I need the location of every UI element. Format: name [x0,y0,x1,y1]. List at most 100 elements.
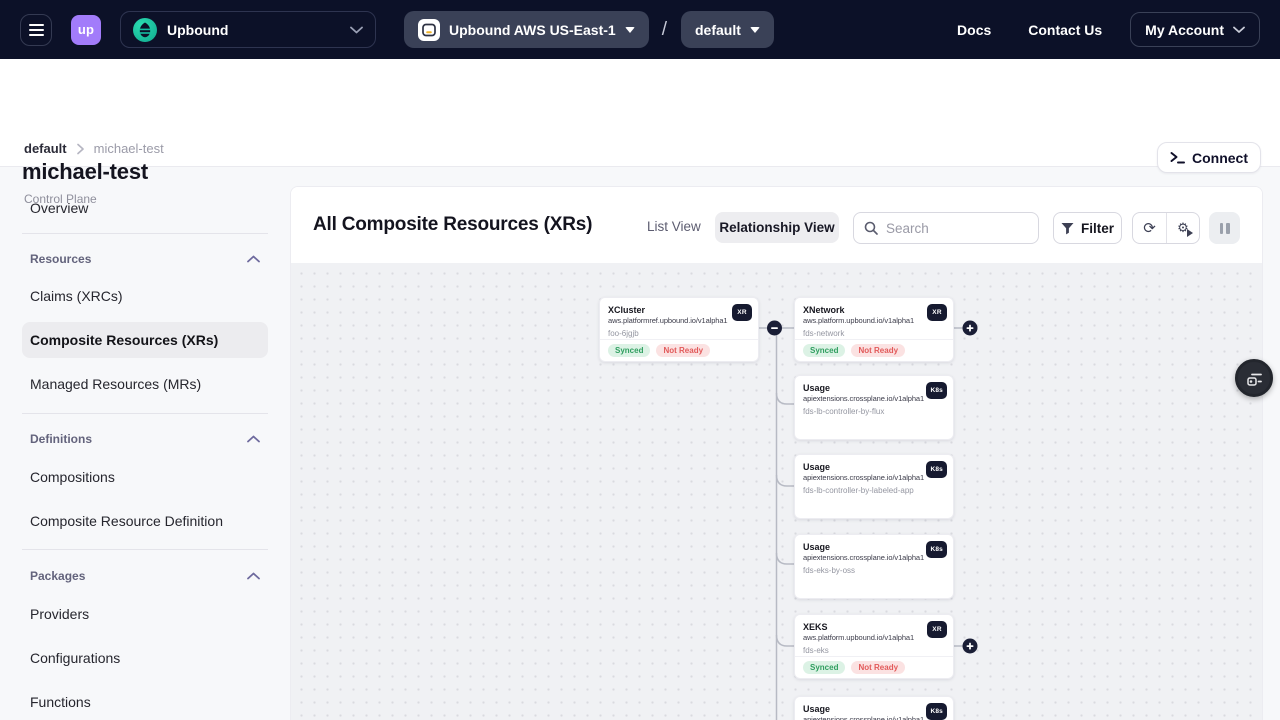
sidebar-item-compositions[interactable]: Compositions [22,463,268,491]
breadcrumb-current: michael-test [94,141,164,156]
hamburger-menu-button[interactable] [20,14,52,46]
node-api-version: apiextensions.crossplane.io/v1alpha1 [803,473,945,482]
sidebar-item-label: Providers [30,606,89,622]
section-title: Packages [30,569,85,583]
page-title: michael-test [22,159,148,185]
org-avatar-icon [133,18,157,42]
node-name: fds-network [803,329,945,339]
not-ready-badge: Not Ready [851,344,905,357]
node-title: XEKS [803,622,945,633]
toolbar: All Composite Resources (XRs) List View … [291,187,1262,263]
search-input[interactable] [886,221,1028,236]
sidebar-item-label: Composite Resource Definition [30,513,223,529]
node-title: XNetwork [803,305,945,316]
sidebar-item-configurations[interactable]: Configurations [22,644,268,672]
graph-node-usage-clipped[interactable]: Usage apiextensions.crossplane.io/v1alph… [794,696,954,720]
node-api-version: aws.platformref.upbound.io/v1alpha1 [608,316,750,325]
sidebar-item-label: Overview [30,200,88,216]
synced-badge: Synced [608,344,650,357]
sidebar-item-managed-resources[interactable]: Managed Resources (MRs) [22,370,268,398]
node-api-version: apiextensions.crossplane.io/v1alpha1 [803,394,945,403]
page-header: default michael-test michael-test Contro… [0,59,1280,167]
node-api-version: aws.platform.upbound.io/v1alpha1 [803,316,945,325]
chevron-up-icon [247,255,260,263]
breadcrumb-separator: / [662,19,667,41]
relationship-graph-canvas[interactable]: XCluster aws.platformref.upbound.io/v1al… [291,263,1262,720]
sidebar-section-resources[interactable]: Resources [22,246,268,272]
node-kind-badge: XR [732,304,752,321]
graph-actions-group: ⟳ ⚙ [1132,212,1200,244]
sidebar-item-composite-resource-definition[interactable]: Composite Resource Definition [22,507,268,535]
graph-node-usage-flux[interactable]: Usage apiextensions.crossplane.io/v1alph… [794,375,954,440]
legend-icon [1246,370,1263,387]
graph-node-xeks[interactable]: XEKS aws.platform.upbound.io/v1alpha1 fd… [794,614,954,679]
node-name: fds-eks-by-oss [803,566,945,576]
graph-node-usage-labeled-app[interactable]: Usage apiextensions.crossplane.io/v1alph… [794,454,954,519]
sidebar-item-label: Functions [30,694,91,710]
sidebar-section-definitions[interactable]: Definitions [22,426,268,452]
list-view-tab[interactable]: List View [647,219,701,234]
node-kind-badge: XR [927,304,947,321]
my-account-button[interactable]: My Account [1130,12,1260,47]
chevron-right-icon [76,143,85,155]
connect-button[interactable]: Connect [1157,142,1261,173]
legend-toggle-button[interactable] [1235,359,1273,397]
node-title: Usage [803,542,945,553]
search-icon [864,221,878,235]
chevron-down-icon [350,26,363,34]
connect-label: Connect [1192,150,1248,166]
chevron-up-icon [247,435,260,443]
control-plane-selector-label: Upbound AWS US-East-1 [449,22,616,38]
node-api-version: aws.platform.upbound.io/v1alpha1 [803,633,945,642]
my-account-label: My Account [1145,22,1224,38]
synced-badge: Synced [803,661,845,674]
docs-link[interactable]: Docs [957,22,991,38]
node-status-row: Synced Not Ready [795,339,953,361]
breadcrumb: default michael-test [24,141,164,156]
expand-node-toggle [963,321,978,336]
sidebar: Overview Resources Claims (XRCs) Composi… [22,186,268,720]
sidebar-item-overview[interactable]: Overview [22,194,268,222]
node-name: foo-6jgjb [608,329,750,339]
contact-us-link[interactable]: Contact Us [1028,22,1102,38]
pause-icon [1220,223,1224,234]
pause-button[interactable] [1209,212,1240,244]
refresh-button[interactable]: ⟳ [1133,213,1166,243]
filter-button[interactable]: Filter [1053,212,1122,244]
node-kind-badge: K8s [926,382,947,399]
sidebar-section-packages[interactable]: Packages [22,563,268,589]
section-title: Definitions [30,432,92,446]
search-box [853,212,1039,244]
org-selector-dropdown[interactable]: Upbound [120,11,376,48]
node-status-row: Synced Not Ready [600,339,758,361]
relationship-view-tab[interactable]: Relationship View [715,212,839,243]
graph-node-xnetwork[interactable]: XNetwork aws.platform.upbound.io/v1alpha… [794,297,954,362]
collapse-node-toggle [767,321,782,336]
node-title: XCluster [608,305,750,316]
chevron-up-icon [247,572,260,580]
graph-node-xcluster[interactable]: XCluster aws.platformref.upbound.io/v1al… [599,297,759,362]
not-ready-badge: Not Ready [656,344,710,357]
sidebar-item-providers[interactable]: Providers [22,600,268,628]
node-kind-badge: K8s [926,461,947,478]
filter-funnel-icon [1061,222,1074,235]
sidebar-item-claims[interactable]: Claims (XRCs) [22,282,268,310]
sidebar-item-functions[interactable]: Functions [22,688,268,716]
sidebar-item-label: Compositions [30,469,115,485]
node-title: Usage [803,462,945,473]
upbound-logo[interactable]: up [71,15,101,45]
sidebar-item-composite-resources[interactable]: Composite Resources (XRs) [22,322,268,358]
node-kind-badge: K8s [926,541,947,558]
caret-down-icon [625,27,635,33]
section-title: Resources [30,252,91,266]
node-name: fds-eks [803,646,945,656]
play-icon [1187,229,1193,237]
group-selector-dropdown[interactable]: default [681,11,774,48]
breadcrumb-parent[interactable]: default [24,141,67,156]
node-title: Usage [803,383,945,394]
auto-run-button[interactable]: ⚙ [1166,213,1199,243]
control-plane-selector-dropdown[interactable]: Upbound AWS US-East-1 [404,11,649,48]
graph-node-usage-oss[interactable]: Usage apiextensions.crossplane.io/v1alph… [794,534,954,599]
divider [22,233,268,234]
not-ready-badge: Not Ready [851,661,905,674]
